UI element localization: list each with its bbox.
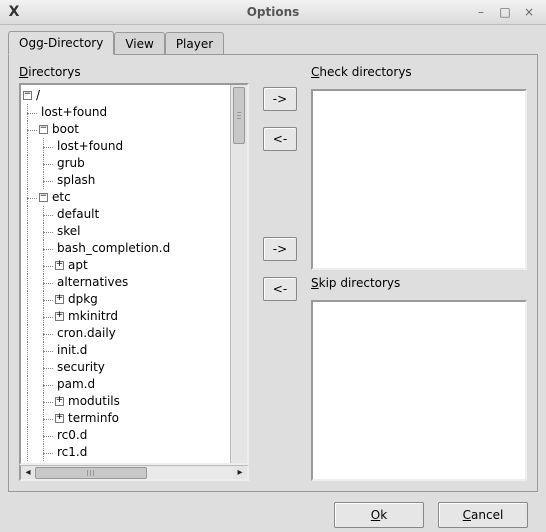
check-directorys-list[interactable] (311, 89, 527, 270)
tree-node-label: lost+found (55, 138, 123, 155)
tree-node[interactable]: splash (23, 172, 228, 189)
tree-node[interactable]: boot (23, 121, 228, 138)
tree-vertical-scrollbar[interactable] (230, 85, 247, 463)
tree-node-label: apt (66, 257, 88, 274)
tree-node[interactable]: cron.daily (23, 325, 228, 342)
tree-node-label: modutils (66, 393, 120, 410)
expand-icon[interactable] (55, 295, 64, 304)
tree-node[interactable]: mkinitrd (23, 308, 228, 325)
collapse-icon[interactable] (39, 193, 48, 202)
tree-horizontal-scrollbar[interactable]: ◂ ▸ (19, 465, 249, 481)
tree-node-label: mkinitrd (66, 308, 118, 325)
tree-node[interactable]: modutils (23, 393, 228, 410)
tree-node[interactable]: apt (23, 257, 228, 274)
tree-node-label: / (34, 87, 40, 104)
scroll-right-icon[interactable]: ▸ (233, 466, 247, 480)
skip-directorys-label: Skip directorys (311, 276, 527, 290)
tree-node[interactable]: lost+found (23, 104, 228, 121)
tree-node-label: terminfo (66, 410, 119, 427)
tab-ogg-directory[interactable]: Ogg-Directory (8, 31, 114, 55)
expand-icon[interactable] (55, 414, 64, 423)
tree-node[interactable]: dpkg (23, 291, 228, 308)
tab-panel-ogg-directory: Directorys /lost+foundbootlost+foundgrub… (8, 54, 538, 492)
tree-node[interactable]: skel (23, 223, 228, 240)
tree-node[interactable]: etc (23, 189, 228, 206)
remove-from-check-button[interactable]: <- (263, 127, 297, 151)
ok-button[interactable]: Ok (334, 502, 424, 528)
tab-view[interactable]: View (114, 32, 164, 55)
tab-bar: Ogg-DirectoryViewPlayer (8, 30, 538, 54)
add-to-check-button[interactable]: -> (263, 87, 297, 111)
tree-node-label: default (55, 206, 99, 223)
tree-node-label: rc1.d (55, 444, 87, 461)
collapse-icon[interactable] (23, 91, 32, 100)
tree-node-label: pam.d (55, 376, 95, 393)
tree-node[interactable]: pam.d (23, 376, 228, 393)
tree-node-label: init.d (55, 342, 87, 359)
tree-node-label: rc0.d (55, 427, 87, 444)
tree-node[interactable]: default (23, 206, 228, 223)
remove-from-skip-button[interactable]: <- (263, 277, 297, 301)
tree-node-label: splash (55, 172, 95, 189)
tree-node-label: bash_completion.d (55, 240, 170, 257)
collapse-icon[interactable] (39, 125, 48, 134)
tree-node[interactable]: terminfo (23, 410, 228, 427)
cancel-button[interactable]: Cancel (438, 502, 528, 528)
skip-directorys-list[interactable] (311, 300, 527, 481)
tree-node[interactable]: lost+found (23, 138, 228, 155)
add-to-skip-button[interactable]: -> (263, 237, 297, 261)
tree-node[interactable]: rc0.d (23, 427, 228, 444)
tree-node[interactable]: security (23, 359, 228, 376)
tree-node-label: cron.daily (55, 325, 116, 342)
tree-node[interactable]: grub (23, 155, 228, 172)
tree-node[interactable]: bash_completion.d (23, 240, 228, 257)
tree-node-label: security (55, 359, 105, 376)
expand-icon[interactable] (55, 261, 64, 270)
window-title: Options (0, 5, 546, 19)
tree-node[interactable]: / (23, 87, 228, 104)
tree-node[interactable]: rc1.d (23, 444, 228, 461)
expand-icon[interactable] (55, 397, 64, 406)
tree-node-label: grub (55, 155, 85, 172)
tree-node-label: etc (50, 189, 71, 206)
tree-node[interactable]: init.d (23, 342, 228, 359)
tree-node-label: alternatives (55, 274, 128, 291)
app-icon: X (4, 2, 24, 22)
tree-node[interactable]: alternatives (23, 274, 228, 291)
expand-icon[interactable] (55, 312, 64, 321)
tab-player[interactable]: Player (165, 32, 224, 55)
tree-node-label: skel (55, 223, 81, 240)
tree-node-label: boot (50, 121, 79, 138)
scroll-left-icon[interactable]: ◂ (21, 466, 35, 480)
minimize-icon[interactable]: – (474, 5, 488, 19)
tree-node-label: lost+found (39, 104, 107, 121)
check-directorys-label: Check directorys (311, 65, 527, 79)
tree-node-label: dpkg (66, 291, 98, 308)
directory-tree[interactable]: /lost+foundbootlost+foundgrubsplashetcde… (19, 83, 249, 465)
titlebar: X Options – □ × (0, 0, 546, 25)
close-icon[interactable]: × (522, 5, 536, 19)
directorys-label: Directorys (19, 65, 249, 79)
maximize-icon[interactable]: □ (498, 5, 512, 19)
